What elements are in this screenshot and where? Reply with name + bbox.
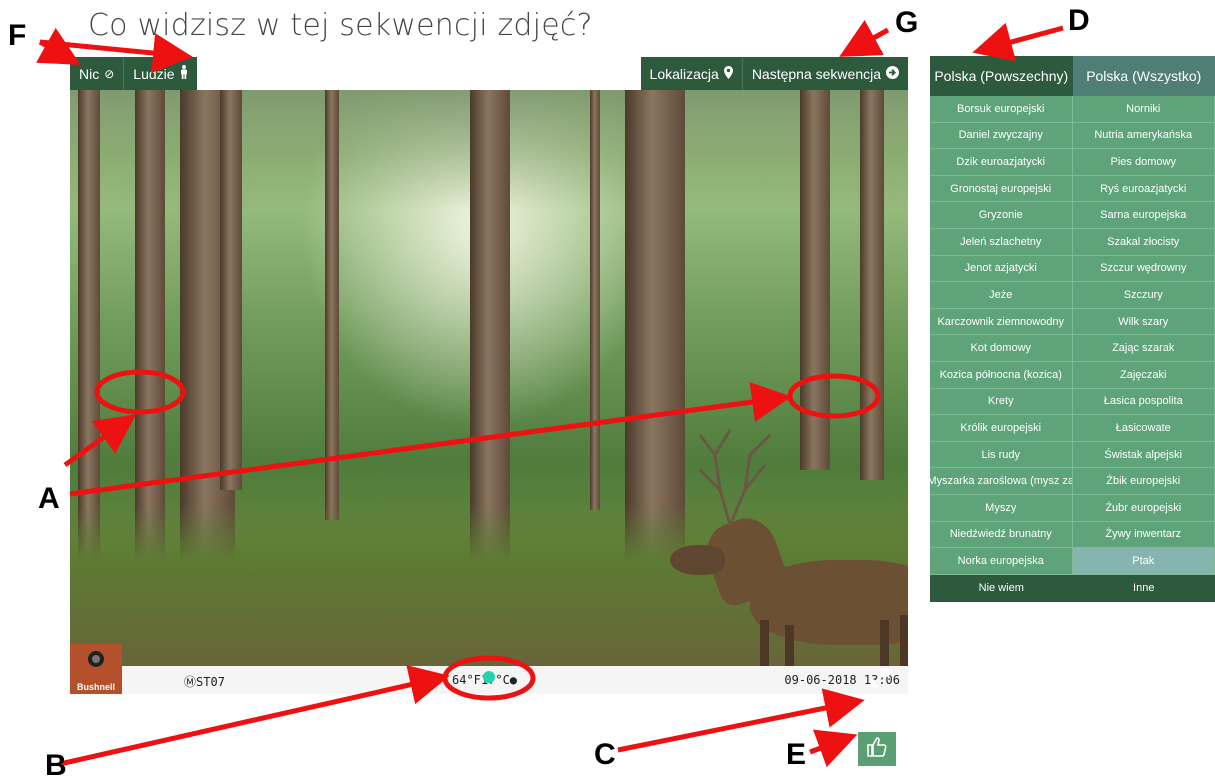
species-button[interactable]: Żbik europejski: [1072, 468, 1215, 495]
species-button[interactable]: Zając szarak: [1072, 335, 1215, 362]
arrow-circle-right-icon: [886, 65, 899, 82]
nothing-label: Nic: [79, 65, 100, 82]
tab-common[interactable]: Polska (Powszechny): [930, 56, 1073, 96]
next-sequence-button[interactable]: Następna sekwencja: [741, 57, 908, 90]
bushnell-logo: Bushnell: [70, 644, 122, 694]
location-button[interactable]: Lokalizacja: [641, 57, 742, 90]
species-footer: Nie wiem Inne: [930, 574, 1215, 602]
annotation-label-a: A: [38, 482, 60, 515]
species-tabs: Polska (Powszechny) Polska (Wszystko): [930, 56, 1215, 96]
dont-know-button[interactable]: Nie wiem: [930, 575, 1073, 602]
annotation-label-g: G: [895, 6, 918, 39]
tree-trunk: [800, 90, 830, 470]
species-button[interactable]: Królik europejski: [930, 415, 1073, 442]
species-button[interactable]: Dzik euroazjatycki: [930, 149, 1073, 176]
species-button[interactable]: Kot domowy: [930, 335, 1073, 362]
camera-id: ST07: [196, 675, 225, 689]
annotation-arrow-f1: [36, 27, 81, 65]
species-button[interactable]: Świstak alpejski: [1072, 441, 1215, 469]
person-icon: [180, 65, 188, 82]
species-button[interactable]: Szakal złocisty: [1072, 228, 1215, 256]
annotation-arrow-e: [809, 729, 858, 768]
tree-trunk: [860, 90, 884, 480]
species-button[interactable]: Myszarka zaroślowa (mysz za: [930, 468, 1073, 495]
annotation-label-e: E: [786, 738, 806, 771]
species-button[interactable]: Sarna europejska: [1072, 202, 1215, 229]
moon-phase-icon: ●: [509, 673, 518, 687]
next-sequence-label: Następna sekwencja: [751, 65, 881, 82]
annotation-arrow-f2: [39, 33, 193, 73]
species-button[interactable]: Nutria amerykańska: [1072, 122, 1215, 150]
species-button[interactable]: Ryś euroazjatycki: [1072, 175, 1215, 203]
species-button[interactable]: Pies domowy: [1072, 149, 1215, 176]
annotation-arrow-g: [839, 20, 890, 57]
annotation-label-f: F: [8, 19, 26, 52]
antlers: [698, 429, 772, 526]
species-panel: Polska (Powszechny) Polska (Wszystko) Bo…: [930, 56, 1215, 602]
species-button[interactable]: Szczury: [1072, 282, 1215, 309]
temperature: 64°F17°C: [452, 673, 510, 687]
other-button[interactable]: Inne: [1073, 575, 1215, 602]
species-button[interactable]: Gronostaj europejski: [930, 175, 1073, 203]
species-button[interactable]: Łasicowate: [1072, 415, 1215, 442]
species-button[interactable]: Kozica północna (kozica): [930, 361, 1073, 389]
people-label: Ludzie: [133, 65, 175, 82]
ban-icon: ⊘: [104, 66, 115, 81]
tree-trunk: [590, 90, 600, 510]
tab-all[interactable]: Polska (Wszystko): [1072, 56, 1215, 96]
moon-icon: Ⓜ: [184, 675, 197, 689]
species-grid: Borsuk europejski Norniki Daniel zwyczajny…: [930, 96, 1215, 575]
like-button[interactable]: [858, 732, 896, 766]
species-button[interactable]: Karczownik ziemnowodny: [930, 308, 1073, 336]
toolbar-left: Nic ⊘ Ludzie: [70, 57, 197, 90]
people-button[interactable]: Ludzie: [123, 57, 196, 90]
species-button[interactable]: Myszy: [930, 494, 1073, 522]
page-title: Co widzisz w tej sekwencji zdjęć?: [88, 8, 593, 43]
species-button[interactable]: Gryzonie: [930, 202, 1073, 229]
thumbs-up-icon: [866, 736, 888, 763]
species-button[interactable]: Ptak: [1072, 548, 1215, 575]
expand-icon[interactable]: [868, 666, 892, 690]
annotation-label-c: C: [594, 738, 616, 771]
species-button[interactable]: Szczur wędrowny: [1072, 255, 1215, 283]
species-button[interactable]: Jeże: [930, 282, 1073, 309]
tree-trunk: [220, 90, 242, 490]
species-button[interactable]: Zajęczaki: [1072, 361, 1215, 389]
species-button[interactable]: Daniel zwyczajny: [930, 122, 1073, 150]
species-button[interactable]: Lis rudy: [930, 441, 1073, 469]
species-button[interactable]: Żywy inwentarz: [1072, 521, 1215, 549]
annotation-arrow-c: [617, 688, 865, 753]
species-button[interactable]: Jenot azjatycki: [930, 255, 1073, 283]
annotation-arrow-d: [972, 22, 1064, 62]
species-button[interactable]: Łasica pospolita: [1072, 388, 1215, 416]
species-button[interactable]: Krety: [930, 388, 1073, 416]
species-button[interactable]: Żubr europejski: [1072, 494, 1215, 522]
species-button[interactable]: Norka europejska: [930, 548, 1073, 575]
annotation-label-d: D: [1068, 4, 1090, 37]
tree-trunk: [325, 90, 339, 520]
toolbar-right: Lokalizacja Następna sekwencja: [640, 57, 908, 90]
species-button[interactable]: Jeleń szlachetny: [930, 228, 1073, 256]
species-button[interactable]: Borsuk europejski: [930, 96, 1073, 123]
map-marker-icon: [723, 65, 733, 82]
camera-trap-photo[interactable]: Bushnell ⓂST07 64°F17°C● 09-06-2018 13:0…: [70, 90, 908, 694]
location-label: Lokalizacja: [649, 65, 719, 82]
nothing-button[interactable]: Nic ⊘: [70, 57, 123, 90]
species-button[interactable]: Niedźwiedź brunatny: [930, 521, 1073, 549]
species-button[interactable]: Norniki: [1072, 96, 1215, 123]
annotation-label-b: B: [45, 749, 67, 776]
photo-info-bar: ⓂST07 64°F17°C● 09-06-2018 13:06: [122, 666, 908, 694]
sequence-dot-indicator[interactable]: [483, 671, 495, 683]
species-button[interactable]: Wilk szary: [1072, 308, 1215, 336]
